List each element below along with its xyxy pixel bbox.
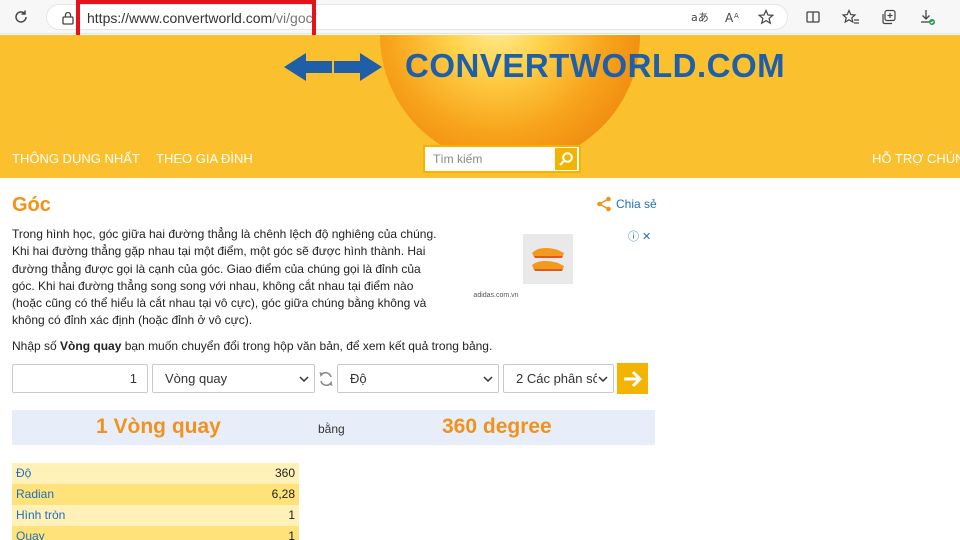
table-unit-link[interactable]: Hình tròn [16,508,65,522]
result-bar: 1 Vòng quay bằng 360 degree [12,410,655,445]
table-row: Độ 360 [12,463,299,484]
swap-units-button[interactable] [317,369,335,389]
ad-info-icon[interactable]: ⓘ [628,231,642,243]
table-unit-link[interactable]: Quay [16,529,45,540]
refresh-icon[interactable] [10,6,32,28]
nav-by-family[interactable]: THEO GIA ĐÌNH [156,151,253,166]
share-icon [597,196,611,212]
instruction-unit: Vòng quay [60,339,122,353]
table-value: 1 [288,529,295,540]
svg-text:A: A [725,11,734,24]
instruction-post: bạn muốn chuyển đổi trong hộp văn bản, đ… [121,339,493,353]
search-input[interactable] [425,147,555,171]
table-row: Quay 1 [12,526,299,540]
chevron-down-icon [299,376,309,383]
value-input[interactable] [12,364,148,393]
svg-text:A: A [734,12,739,20]
intro-line: Khi hai đường thẳng gặp nhau tại một điể… [12,244,426,259]
intro-line: đường thẳng được gọi là cạnh của góc. Gi… [12,261,421,276]
from-unit-value: Vòng quay [165,371,228,386]
chevron-down-icon [483,376,493,383]
read-aloud-icon[interactable]: aあ [689,6,711,28]
favorite-star-icon[interactable] [755,6,777,28]
split-screen-icon[interactable] [802,6,824,28]
conversion-table: Độ 360 Radian 6,28 Hình tròn 1 Quay 1 [12,463,299,540]
intro-paragraph: Trong hình học, góc giữa hai đường thẳng… [12,226,442,330]
arrow-left-icon [284,53,332,81]
table-unit-link[interactable]: Độ [16,466,31,480]
arrow-right-icon [334,53,382,81]
table-unit-link[interactable]: Radian [16,487,54,501]
nav-popular[interactable]: THÔNG DỤNG NHẤT [12,151,140,166]
table-row: Radian 6,28 [12,484,299,505]
lock-icon[interactable] [59,9,77,27]
precision-value: 2 Các phân số [516,371,600,386]
ad-shoe-image[interactable] [523,234,573,284]
ad-close-icon[interactable]: ✕ [642,231,654,243]
site-logo[interactable]: CONVERTWORLD.COM [405,47,785,85]
result-from: 1 Vòng quay [96,415,221,438]
convert-button[interactable] [617,363,648,394]
downloads-icon[interactable] [916,6,938,28]
table-row: Hình tròn 1 [12,505,299,526]
precision-select[interactable]: 2 Các phân số [503,364,614,393]
intro-line: Trong hình học, góc giữa hai đường thẳng… [12,227,437,241]
table-value: 1 [288,508,295,522]
ad-caption[interactable]: adidas.com.vn [444,292,548,299]
table-value: 6,28 [271,487,295,501]
result-equals: bằng [318,422,345,436]
intro-line: (hoặc cũng có thể hiểu là cắt nhau tại v… [12,296,427,311]
ad-controls[interactable]: ⓘ✕ [628,228,654,244]
instruction-pre: Nhập số [12,339,61,353]
svg-text:aあ: aあ [691,11,709,24]
site-header: CONVERTWORLD.COM THÔNG DỤNG NHẤT THEO GI… [0,35,960,178]
advertisement[interactable]: adidas.com.vn ⓘ✕ [444,226,656,306]
collections-icon[interactable] [878,6,900,28]
intro-line: không có đỉnh xác định (hoặc đỉnh ở vô c… [12,313,253,328]
share-label: Chia sẻ [616,197,657,211]
page-title: Góc [12,194,51,216]
to-unit-value: Độ [350,371,367,386]
browser-toolbar: https://www.convertworld.com/vi/goc/ aあ … [0,0,960,40]
nav-support[interactable]: HỖ TRỢ CHÚNG [872,151,960,166]
search-button[interactable] [555,148,577,170]
to-unit-select[interactable]: Độ [337,364,499,393]
table-value: 360 [274,466,295,480]
swap-icon [319,371,333,387]
arrow-right-icon [623,370,642,387]
chevron-down-icon [597,372,609,386]
result-to: 360 degree [442,415,552,438]
from-unit-select[interactable]: Vòng quay [152,364,315,393]
instruction-text: Nhập số Vòng quay bạn muốn chuyển đổi tr… [12,339,492,353]
search-icon [559,152,573,166]
url-highlight-box [76,0,316,40]
share-link[interactable]: Chia sẻ [596,196,657,212]
favorites-icon[interactable] [840,6,862,28]
intro-line: góc. Khi hai đường thẳng song song với n… [12,278,414,293]
search-box [423,145,581,173]
text-size-icon[interactable]: AA [723,6,745,28]
